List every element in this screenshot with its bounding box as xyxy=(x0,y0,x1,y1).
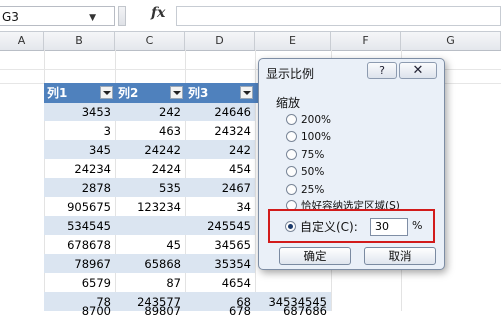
zoom-dialog: 显示比例 ? ✕ 缩放 200% 100% 75% 50% 25% 恰好容纳选定… xyxy=(258,58,445,270)
percent-label: % xyxy=(412,219,423,232)
table-cell[interactable]: 2424 xyxy=(115,160,185,179)
table-cell[interactable]: 535 xyxy=(115,179,185,198)
table-cell[interactable]: 345 xyxy=(44,141,115,160)
radio-icon[interactable] xyxy=(286,183,297,195)
table-cell[interactable]: 3453 xyxy=(44,103,115,122)
table-cell[interactable]: 678 xyxy=(185,302,255,321)
table-cell[interactable]: 35354 xyxy=(185,255,255,274)
radio-label: 25% xyxy=(301,184,325,196)
table-cell[interactable]: 24646 xyxy=(185,103,255,122)
column-headers: A B C D E F G xyxy=(0,32,501,51)
table-header-col1[interactable]: 列1 xyxy=(44,83,115,103)
table-cell[interactable]: 24234 xyxy=(44,160,115,179)
table-cell[interactable]: 65868 xyxy=(115,255,185,274)
formula-bar: G3 ▼ fx xyxy=(0,0,501,32)
table-cell[interactable]: 687686 xyxy=(255,302,331,321)
column-header-e[interactable]: E xyxy=(255,32,331,50)
table-cell[interactable]: 2878 xyxy=(44,179,115,198)
table-cell[interactable]: 45 xyxy=(115,236,185,255)
radio-icon[interactable] xyxy=(286,148,297,160)
table-cell[interactable]: 678678 xyxy=(44,236,115,255)
radio-200[interactable]: 200% xyxy=(286,112,331,128)
table-cell[interactable]: 87 xyxy=(115,274,185,293)
dialog-title: 显示比例 xyxy=(266,67,315,81)
table-header-label: 列1 xyxy=(47,86,68,100)
table-header-col3[interactable]: 列3 xyxy=(185,83,255,103)
table-cell[interactable]: 3 xyxy=(44,122,115,141)
filter-dropdown-icon[interactable] xyxy=(170,86,183,99)
table-cell[interactable]: 34 xyxy=(185,198,255,217)
radio-label: 75% xyxy=(301,149,325,161)
table-cell[interactable]: 6579 xyxy=(44,274,115,293)
formula-bar-splitter[interactable] xyxy=(118,6,126,26)
cancel-button[interactable]: 取消 xyxy=(364,247,436,265)
insert-function-icon[interactable]: fx xyxy=(151,5,165,21)
table-cell[interactable]: 242 xyxy=(115,103,185,122)
column-header-g[interactable]: G xyxy=(401,32,501,50)
table-cell[interactable]: 463 xyxy=(115,122,185,141)
table-cell[interactable] xyxy=(115,217,185,236)
table-cell[interactable]: 34565 xyxy=(185,236,255,255)
radio-label: 50% xyxy=(301,166,325,178)
table-cell[interactable]: 4654 xyxy=(185,274,255,293)
column-header-c[interactable]: C xyxy=(115,32,185,50)
column-header-f[interactable]: F xyxy=(331,32,401,50)
table-cell[interactable]: 8700 xyxy=(44,302,115,321)
table-cell[interactable]: 245545 xyxy=(185,217,255,236)
name-box-value: G3 xyxy=(2,10,19,24)
help-button[interactable]: ? xyxy=(367,62,397,79)
table-cell[interactable]: 24324 xyxy=(185,122,255,141)
chevron-down-icon[interactable]: ▼ xyxy=(89,8,96,28)
table-cell[interactable]: 24242 xyxy=(115,141,185,160)
radio-icon[interactable] xyxy=(286,130,297,142)
table-cell[interactable]: 123234 xyxy=(115,198,185,217)
table-cell[interactable]: 454 xyxy=(185,160,255,179)
custom-zoom-input[interactable]: 30 xyxy=(370,218,408,236)
radio-100[interactable]: 100% xyxy=(286,129,331,145)
radio-custom[interactable]: 自定义(C): xyxy=(285,219,358,235)
table-cell[interactable]: 905675 xyxy=(44,198,115,217)
ok-button[interactable]: 确定 xyxy=(279,247,351,265)
table-cell[interactable]: 242 xyxy=(185,141,255,160)
radio-icon-selected[interactable] xyxy=(285,221,296,232)
radio-icon[interactable] xyxy=(286,113,297,125)
radio-25[interactable]: 25% xyxy=(286,182,324,198)
table-cell[interactable]: 534545 xyxy=(44,217,115,236)
zoom-group-label: 缩放 xyxy=(276,96,301,110)
table-cell[interactable]: 78967 xyxy=(44,255,115,274)
radio-75[interactable]: 75% xyxy=(286,147,324,163)
filter-dropdown-icon[interactable] xyxy=(100,86,113,99)
formula-input[interactable] xyxy=(176,6,501,26)
table-header-label: 列3 xyxy=(188,86,209,100)
radio-50[interactable]: 50% xyxy=(286,164,324,180)
column-header-b[interactable]: B xyxy=(44,32,115,50)
radio-label: 200% xyxy=(301,114,332,126)
table-header-col2[interactable]: 列2 xyxy=(115,83,185,103)
table-cell[interactable]: 89807 xyxy=(115,302,185,321)
table-cell[interactable]: 2467 xyxy=(185,179,255,198)
radio-icon[interactable] xyxy=(286,165,297,177)
radio-label: 100% xyxy=(301,131,332,143)
column-header-d[interactable]: D xyxy=(185,32,255,50)
close-button[interactable]: ✕ xyxy=(399,62,437,79)
radio-label: 自定义(C): xyxy=(300,220,358,234)
table-header-label: 列2 xyxy=(118,86,139,100)
column-header-a[interactable]: A xyxy=(0,32,44,50)
filter-dropdown-icon[interactable] xyxy=(240,86,253,99)
name-box[interactable]: G3 ▼ xyxy=(0,6,115,26)
